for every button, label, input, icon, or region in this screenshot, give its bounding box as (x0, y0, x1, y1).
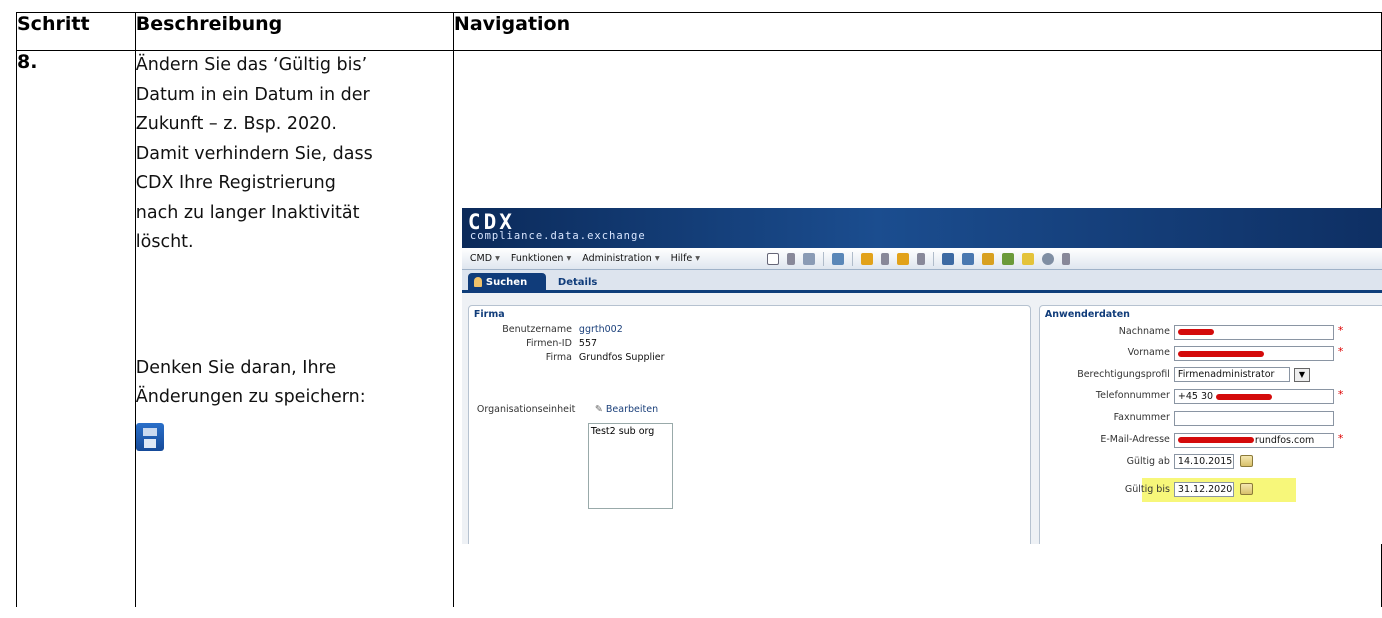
cdx-logo-subtitle: compliance.data.exchange (469, 230, 646, 242)
firma-label: Firma (545, 352, 572, 363)
edit-icon[interactable] (831, 253, 844, 265)
toolbar (766, 251, 1070, 267)
tab-bar: Suchen Details (461, 270, 1382, 293)
berechtigungsprofil-select[interactable]: Firmenadministrator (1173, 367, 1290, 382)
redaction-mark (1177, 437, 1254, 443)
tab-suchen-label: Suchen (485, 277, 528, 288)
benutzername-label: Benutzername (502, 324, 572, 335)
gear-icon[interactable] (1041, 253, 1054, 265)
step-number: 8. (16, 50, 136, 607)
menu-funktionen[interactable]: Funktionen (511, 253, 571, 264)
save-toolbar-icon[interactable] (802, 253, 815, 265)
app-screenshot: CDX compliance.data.exchange CMD Funktio… (461, 208, 1382, 544)
navigation-cell: CDX compliance.data.exchange CMD Funktio… (452, 50, 1382, 607)
firma-panel-title: Firma (473, 309, 505, 320)
chevron-down-icon[interactable] (786, 253, 795, 265)
firmen-id-label: Firmen-ID (526, 338, 572, 349)
required-marker: * (1337, 324, 1344, 337)
redaction-mark (1177, 351, 1264, 357)
header-beschreibung: Beschreibung (134, 12, 454, 51)
menu-administration[interactable]: Administration (582, 253, 659, 264)
required-marker: * (1337, 345, 1344, 358)
required-marker: * (1337, 388, 1344, 401)
berechtigungsprofil-label: Berechtigungsprofil (1077, 369, 1170, 380)
firma-value: Grundfos Supplier (578, 352, 665, 363)
upload-icon[interactable] (896, 253, 909, 265)
fax-label: Faxnummer (1113, 412, 1170, 423)
reminder-line: Denken Sie daran, Ihre (135, 357, 337, 378)
telefon-value: +45 30 (1177, 391, 1214, 402)
email-value: rundfos.com (1254, 435, 1315, 446)
tab-suchen[interactable]: Suchen (467, 273, 546, 293)
description-line: löscht. (135, 232, 194, 252)
gueltig-bis-input[interactable]: 31.12.2020 (1173, 482, 1234, 497)
fax-input[interactable] (1173, 411, 1334, 426)
email-label: E-Mail-Adresse (1100, 434, 1170, 445)
firma-panel: Firma Benutzername ggrth002 Firmen-ID 55… (467, 305, 1031, 544)
print-icon[interactable] (961, 253, 974, 265)
step-row: 8. Ändern Sie das ‘Gültig bis’ Datum in … (16, 50, 1382, 607)
description-line: CDX Ihre Registrierung (135, 173, 336, 193)
required-marker: * (1337, 432, 1344, 445)
description-line: Damit verhindern Sie, dass (135, 143, 373, 164)
menu-cmd[interactable]: CMD (470, 253, 500, 264)
nachname-label: Nachname (1118, 326, 1170, 337)
redaction-mark (1215, 394, 1272, 400)
description-line: Zukunft – z. Bsp. 2020. (135, 114, 337, 134)
header-navigation: Navigation (452, 12, 1382, 51)
anwenderdaten-panel: Anwenderdaten Nachname * Vorname * Berec… (1038, 305, 1382, 544)
chart-icon[interactable] (981, 253, 994, 265)
user-icon (473, 277, 482, 287)
firmen-id-value: 557 (578, 338, 598, 349)
anwenderdaten-title: Anwenderdaten (1044, 309, 1130, 320)
menu-bar: CMD Funktionen Administration Hilfe (461, 248, 1382, 270)
benutzername-value: ggrth002 (578, 324, 623, 335)
header-schritt: Schritt (16, 12, 136, 51)
edit-link[interactable]: Bearbeiten (595, 404, 658, 415)
vorname-label: Vorname (1127, 347, 1170, 358)
new-document-icon[interactable] (766, 253, 779, 265)
app-banner: CDX compliance.data.exchange (461, 208, 1382, 248)
tools-icon[interactable] (1001, 253, 1014, 265)
org-label: Organisationseinheit (476, 404, 576, 415)
calendar-icon[interactable] (1239, 455, 1253, 467)
step-description: Ändern Sie das ‘Gültig bis’ Datum in ein… (134, 50, 454, 607)
redaction-mark (1177, 329, 1214, 335)
chevron-down-icon[interactable] (916, 253, 925, 265)
chevron-down-icon[interactable] (1061, 253, 1070, 265)
gueltig-ab-input[interactable]: 14.10.2015 (1173, 454, 1234, 469)
gueltig-ab-label: Gültig ab (1126, 456, 1170, 467)
report-icon[interactable] (1021, 253, 1034, 265)
header-row: Schritt Beschreibung Navigation (16, 12, 1382, 51)
download-icon[interactable] (860, 253, 873, 265)
instruction-table: Schritt Beschreibung Navigation 8. Änder… (16, 12, 1382, 607)
tab-details[interactable]: Details (558, 277, 597, 288)
org-listbox[interactable]: Test2 sub org (587, 423, 673, 509)
description-line: nach zu langer Inaktivität (135, 202, 360, 223)
description-line: Ändern Sie das ‘Gültig bis’ (135, 55, 368, 75)
save-icon (135, 422, 164, 451)
reminder-line: Änderungen zu speichern: (135, 387, 366, 407)
chevron-down-icon[interactable] (880, 253, 889, 265)
telefon-label: Telefonnummer (1095, 390, 1170, 401)
copy-icon[interactable] (941, 253, 954, 265)
chevron-down-icon[interactable]: ▼ (1293, 368, 1310, 382)
description-line: Datum in ein Datum in der (135, 84, 370, 105)
gueltig-bis-label: Gültig bis (1124, 484, 1170, 495)
menu-hilfe[interactable]: Hilfe (671, 253, 700, 264)
calendar-icon[interactable] (1239, 483, 1253, 495)
